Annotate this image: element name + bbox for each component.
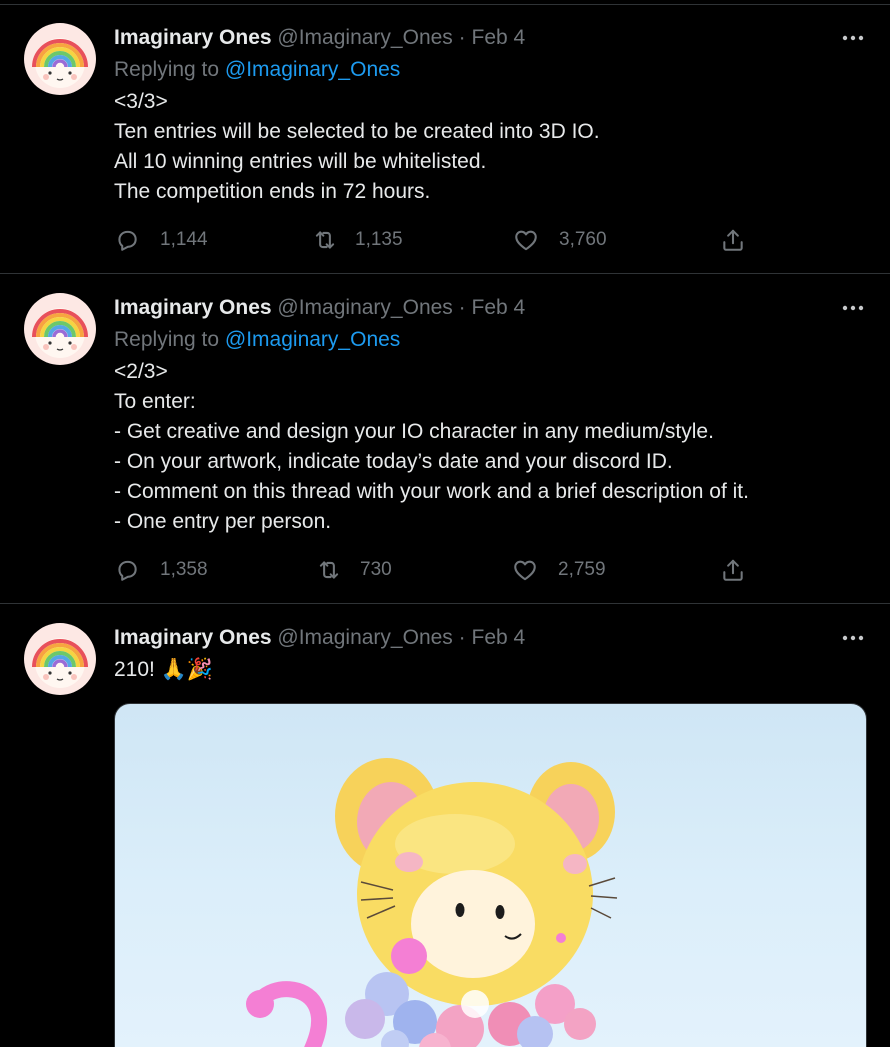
retweet-button[interactable]: 730 [316, 553, 392, 587]
separator-dot: · [458, 26, 466, 49]
top-divider [0, 4, 890, 5]
character-3d-image [246, 758, 618, 1047]
tweet-text-line: To enter: [114, 390, 196, 413]
rainbow-character-avatar-icon [32, 308, 88, 358]
retweet-button[interactable]: 1,135 [312, 223, 403, 257]
separator-dot: · [458, 296, 466, 319]
tweet-text-line: - One entry per person. [114, 510, 332, 533]
tweet-header: Imaginary Ones @Imaginary_Ones · Feb 4 [114, 625, 525, 651]
tweet-text-line: <2/3> [114, 360, 168, 383]
reply-count: 1,144 [160, 229, 208, 250]
tweet-date[interactable]: Feb 4 [472, 296, 526, 319]
replying-to-mention[interactable]: @Imaginary_Ones [225, 328, 400, 351]
replying-to: Replying to @Imaginary_Ones [114, 57, 400, 83]
tweet-text: <2/3> To enter: - Get creative and desig… [114, 357, 749, 537]
tweet-text-line: <3/3> [114, 90, 168, 113]
author-name[interactable]: Imaginary Ones [114, 296, 272, 319]
tweet-header: Imaginary Ones @Imaginary_Ones · Feb 4 [114, 295, 525, 321]
tweet-divider [0, 273, 890, 274]
avatar[interactable] [24, 293, 96, 365]
tweet-text-line: - On your artwork, indicate today’s date… [114, 450, 673, 473]
tweet-actions: 1,144 1,135 3,760 [114, 223, 754, 257]
more-icon [842, 635, 864, 641]
tweet-text: 210! 🙏🎉 [114, 655, 213, 685]
tweet-text-line: Ten entries will be selected to be creat… [114, 120, 600, 143]
like-icon [514, 560, 536, 581]
rainbow-character-avatar-icon [32, 38, 88, 88]
tweet-text: <3/3> Ten entries will be selected to be… [114, 87, 600, 207]
retweet-count: 730 [360, 559, 392, 580]
tweet-media-image[interactable] [114, 703, 867, 1047]
retweet-count: 1,135 [355, 229, 403, 250]
like-button[interactable]: 2,759 [512, 553, 606, 587]
retweet-icon [319, 561, 339, 579]
tweet-text-line: 210! 🙏🎉 [114, 658, 214, 681]
author-handle[interactable]: @Imaginary_Ones [277, 296, 452, 319]
avatar[interactable] [24, 23, 96, 95]
reply-count: 1,358 [160, 559, 208, 580]
tweet-date[interactable]: Feb 4 [472, 26, 526, 49]
tweet-actions: 1,358 730 2,759 [114, 553, 754, 587]
more-icon [842, 305, 864, 311]
like-button[interactable]: 3,760 [513, 223, 607, 257]
replying-to-label: Replying to [114, 58, 220, 81]
replying-to-label: Replying to [114, 328, 220, 351]
like-count: 2,759 [558, 559, 606, 580]
tweet-date[interactable]: Feb 4 [472, 626, 526, 649]
author-name[interactable]: Imaginary Ones [114, 626, 272, 649]
more-button[interactable] [838, 295, 868, 321]
share-icon [723, 559, 743, 581]
more-icon [842, 35, 864, 41]
author-name[interactable]: Imaginary Ones [114, 26, 272, 49]
reply-icon [118, 230, 137, 251]
tweet-text-line: - Get creative and design your IO charac… [114, 420, 714, 443]
like-count: 3,760 [559, 229, 607, 250]
separator-dot: · [458, 626, 466, 649]
reply-button[interactable]: 1,358 [114, 553, 208, 587]
share-button[interactable] [720, 223, 746, 257]
rainbow-character-avatar-icon [32, 638, 88, 688]
author-handle[interactable]: @Imaginary_Ones [277, 26, 452, 49]
retweet-icon [315, 231, 335, 249]
tweet-divider [0, 603, 890, 604]
reply-icon [118, 560, 137, 581]
tweet-text-line: The competition ends in 72 hours. [114, 180, 431, 203]
share-button[interactable] [720, 553, 746, 587]
replying-to-mention[interactable]: @Imaginary_Ones [225, 58, 400, 81]
more-button[interactable] [838, 625, 868, 651]
share-icon [723, 229, 743, 251]
tweet-text-line: All 10 winning entries will be whitelist… [114, 150, 487, 173]
avatar[interactable] [24, 623, 96, 695]
replying-to: Replying to @Imaginary_Ones [114, 327, 400, 353]
more-button[interactable] [838, 25, 868, 51]
author-handle[interactable]: @Imaginary_Ones [277, 626, 452, 649]
tweet-header: Imaginary Ones @Imaginary_Ones · Feb 4 [114, 25, 525, 51]
reply-button[interactable]: 1,144 [114, 223, 208, 257]
tweet-text-line: - Comment on this thread with your work … [114, 480, 749, 503]
like-icon [515, 230, 537, 251]
